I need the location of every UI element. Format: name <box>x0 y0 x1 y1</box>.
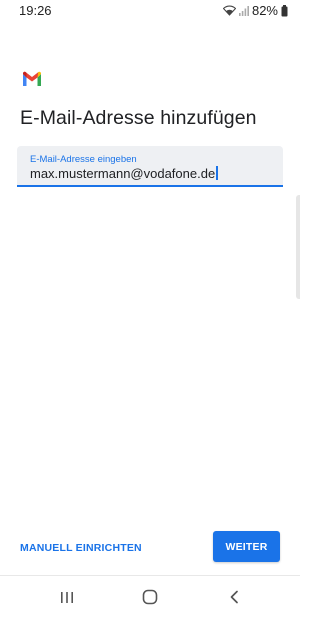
screen: 19:26 82% E-Mail-Adresse hinzufügen E-Ma… <box>0 0 300 617</box>
home-icon[interactable] <box>138 586 162 608</box>
battery-icon <box>281 4 288 17</box>
email-field[interactable]: E-Mail-Adresse eingeben max.mustermann@v… <box>17 146 283 187</box>
recent-apps-icon[interactable] <box>55 586 79 608</box>
gmail-logo <box>22 71 42 87</box>
battery-percent: 82% <box>251 3 278 18</box>
next-button[interactable]: WEITER <box>213 531 280 562</box>
signal-icon <box>238 5 249 16</box>
wifi-icon <box>222 5 236 16</box>
edge-panel-handle[interactable] <box>296 195 300 299</box>
email-field-label: E-Mail-Adresse eingeben <box>30 154 137 165</box>
status-time: 19:26 <box>19 3 52 18</box>
status-icons: 82% <box>222 3 288 18</box>
page-title: E-Mail-Adresse hinzufügen <box>20 107 257 129</box>
email-field-value[interactable]: max.mustermann@vodafone.de <box>30 166 218 181</box>
back-icon[interactable] <box>222 586 246 608</box>
manual-setup-button[interactable]: MANUELL EINRICHTEN <box>20 542 142 554</box>
navigation-bar <box>0 575 300 617</box>
email-field-text: max.mustermann@vodafone.de <box>30 166 216 181</box>
status-bar: 19:26 82% <box>0 0 300 22</box>
text-caret <box>216 166 218 180</box>
